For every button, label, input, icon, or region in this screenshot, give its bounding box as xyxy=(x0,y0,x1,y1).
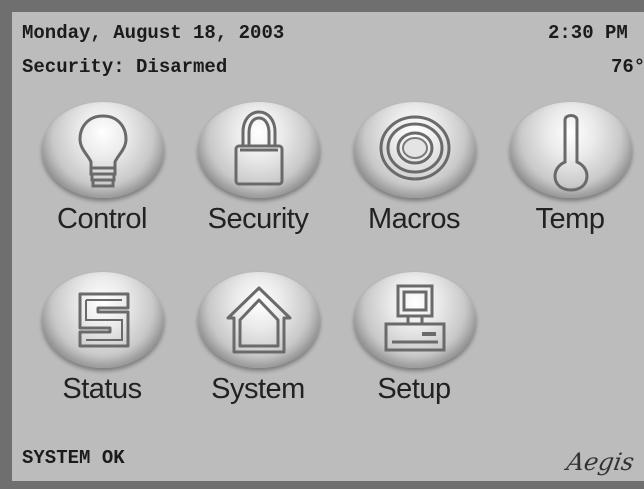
target-icon xyxy=(379,115,451,181)
padlock-icon xyxy=(234,110,284,186)
setup-button-label: Setup xyxy=(377,373,451,405)
system-button[interactable]: System xyxy=(182,272,334,432)
system-status: SYSTEM OK xyxy=(22,447,125,469)
control-button-label: Control xyxy=(57,203,148,235)
status-button-label: Status xyxy=(62,373,142,405)
date-display: Monday, August 18, 2003 xyxy=(22,22,285,44)
macros-button-face[interactable] xyxy=(354,102,476,198)
system-button-face[interactable] xyxy=(198,272,320,368)
temp-button-face[interactable] xyxy=(510,102,632,198)
aegis-logo: Aegis xyxy=(564,448,637,476)
setup-button-face[interactable] xyxy=(354,272,476,368)
macros-button-label: Macros xyxy=(367,203,461,235)
house-icon xyxy=(226,286,292,354)
control-button[interactable]: Control xyxy=(26,102,178,262)
computer-icon xyxy=(384,284,446,352)
temp-button-label: Temp xyxy=(535,203,605,235)
security-button-label: Security xyxy=(207,203,309,235)
temp-button[interactable]: Temp xyxy=(494,102,644,262)
setup-button[interactable]: Setup xyxy=(338,272,490,432)
lightbulb-icon xyxy=(78,114,128,188)
time-display: 2:30 PM xyxy=(548,22,628,44)
control-button-face[interactable] xyxy=(42,102,164,198)
touchscreen-panel: Monday, August 18, 2003 2:30 PM Security… xyxy=(0,0,644,489)
security-status: Security: Disarmed xyxy=(22,56,228,78)
status-button-face[interactable] xyxy=(42,272,164,368)
status-button[interactable]: Status xyxy=(26,272,178,432)
system-button-label: System xyxy=(211,373,305,405)
temperature-readout: 76° xyxy=(611,56,644,78)
macros-button[interactable]: Macros xyxy=(338,102,490,262)
security-button[interactable]: Security xyxy=(182,102,334,262)
security-button-face[interactable] xyxy=(198,102,320,198)
thermometer-icon xyxy=(553,114,589,192)
status-s-icon xyxy=(78,292,130,348)
